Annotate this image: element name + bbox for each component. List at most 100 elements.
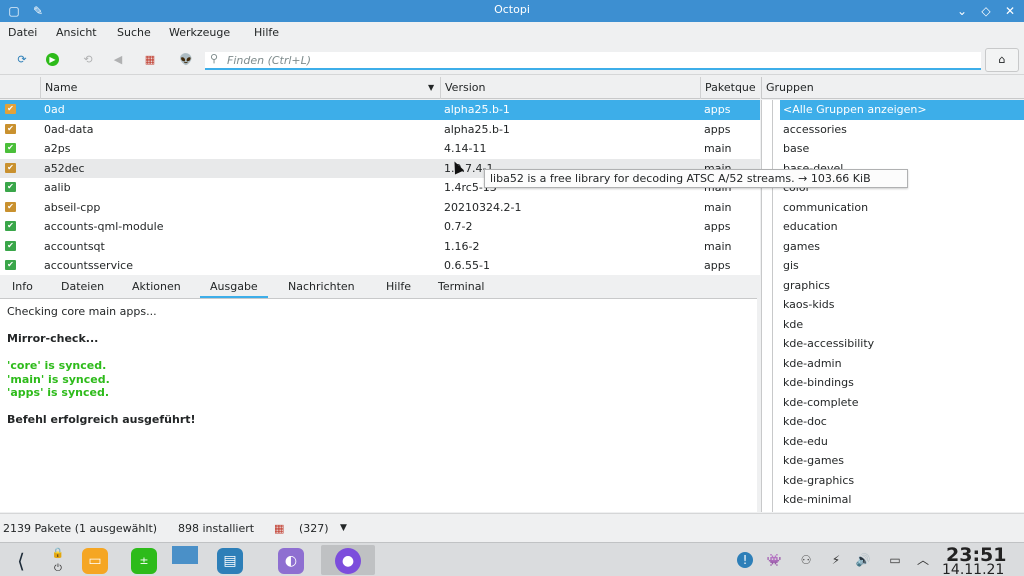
diamond-icon[interactable]: ◇ [978, 3, 994, 19]
group-item[interactable]: kde-accessibility [783, 334, 874, 354]
group-item[interactable]: kde-games [783, 451, 844, 471]
package-name: aalib [44, 181, 71, 194]
package-repository: main [704, 200, 732, 214]
terminal-button[interactable]: ⌂ [985, 48, 1019, 72]
header-groups[interactable]: Gruppen [762, 77, 1024, 99]
tab-aktionen[interactable]: Aktionen [132, 280, 181, 293]
group-item[interactable]: <Alle Gruppen anzeigen> [780, 100, 1024, 120]
package-row[interactable]: ✔ 0ad-data alpha25.b-1 apps [0, 120, 760, 140]
package-repository: apps [704, 220, 731, 233]
chevron-down-icon[interactable]: ⌄ [954, 3, 970, 19]
group-item[interactable]: base [783, 139, 809, 159]
package-row[interactable]: ✔ a2ps 4.14-11 main [0, 139, 760, 159]
group-item[interactable]: communication [783, 198, 868, 218]
package-status-icon: ✔ [5, 104, 16, 114]
browser-app-icon[interactable]: ◐ [278, 548, 304, 574]
power-icon[interactable]: ⏻ [50, 561, 66, 576]
menu-hilfe[interactable]: Hilfe [254, 26, 279, 39]
rollback-icon[interactable]: ⟲ [80, 52, 96, 68]
chevron-up-icon[interactable]: ︿ [915, 552, 931, 568]
outdated-count[interactable]: (327) [299, 522, 329, 535]
octopi-notifier-icon[interactable]: 👾 [766, 552, 782, 568]
package-status-icon: ✔ [5, 221, 16, 231]
package-name: accounts-qml-module [44, 220, 164, 233]
tab-nachrichten[interactable]: Nachrichten [288, 280, 355, 293]
group-item[interactable]: kde-minimal [783, 490, 851, 510]
group-item[interactable]: kde-bindings [783, 373, 854, 393]
groups-list[interactable]: <Alle Gruppen anzeigen> accessories base ba… [761, 100, 1024, 512]
tab-dateien[interactable]: Dateien [61, 280, 104, 293]
group-item[interactable]: kde [783, 315, 803, 335]
tab-hilfe[interactable]: Hilfe [386, 280, 411, 293]
notes-app-icon[interactable]: ▭ [82, 548, 108, 574]
groups-header: Gruppen [761, 77, 1024, 99]
package-cache-icon[interactable]: ▦ [142, 52, 158, 68]
header-version[interactable]: Version [440, 77, 700, 99]
output-line: Befehl erfolgreich ausgeführt! [7, 413, 196, 426]
group-item[interactable]: kaos-kids [783, 295, 835, 315]
close-icon[interactable]: ✕ [1002, 3, 1018, 19]
package-name: 0ad [44, 103, 65, 116]
search-input[interactable]: ⚲ Finden (Ctrl+L) [205, 52, 981, 70]
package-row[interactable]: ✔ accounts-qml-module 0.7-2 apps [0, 217, 760, 237]
desktop-pager-icon[interactable] [172, 546, 198, 564]
calculator-app-icon[interactable]: ± [131, 548, 157, 574]
status-bar: 2139 Pakete (1 ausgewählt) 898 installie… [0, 513, 1024, 541]
output-line: 'core' is synced. [7, 359, 107, 372]
tab-terminal[interactable]: Terminal [438, 280, 485, 293]
package-repository: main [704, 142, 732, 155]
package-status-icon: ✔ [5, 162, 16, 173]
clock-date[interactable]: 14.11.21 [942, 562, 1004, 576]
menu-suche[interactable]: Suche [117, 26, 151, 39]
group-item[interactable]: kde-admin [783, 354, 842, 374]
package-status-icon: ✔ [5, 143, 16, 153]
notification-icon[interactable]: ! [737, 552, 753, 568]
file-manager-icon[interactable]: ▤ [217, 548, 243, 574]
connect-icon[interactable]: ⚇ [798, 552, 814, 568]
tab-info[interactable]: Info [12, 280, 33, 293]
group-item[interactable]: kde-graphics [783, 471, 854, 491]
kaos-launcher-icon[interactable]: ⟨ [8, 548, 34, 574]
title-bar: ▢ ✎ Octopi ⌄ ◇ ✕ [0, 0, 1024, 22]
output-line: 'main' is synced. [7, 373, 110, 386]
package-status-icon: ✔ [5, 182, 16, 192]
menu-datei[interactable]: Datei [8, 26, 37, 39]
group-item[interactable]: graphics [783, 276, 830, 296]
package-status-icon: ✔ [5, 201, 16, 212]
group-item[interactable]: accessories [783, 120, 847, 140]
tab-ausgabe[interactable]: Ausgabe [200, 280, 268, 298]
sort-down-icon: ▼ [428, 83, 435, 92]
package-status-icon: ✔ [5, 123, 16, 134]
tree-line [772, 100, 773, 512]
output-line: 'apps' is synced. [7, 386, 110, 399]
package-repository: apps [704, 259, 731, 272]
menu-werkzeuge[interactable]: Werkzeuge [169, 26, 230, 39]
package-tooltip: liba52 is a free library for decoding AT… [484, 169, 908, 188]
group-item[interactable]: kde-complete [783, 393, 858, 413]
volume-icon[interactable]: 🔊 [855, 552, 871, 568]
chevron-down-icon[interactable]: ▼ [340, 523, 347, 533]
package-version: 4.14-11 [444, 142, 487, 155]
package-repository: main [704, 239, 732, 253]
group-item[interactable]: kde-edu [783, 432, 828, 452]
package-row[interactable]: ✔ accountsservice 0.6.55-1 apps [0, 256, 760, 275]
back-icon[interactable]: ◀ [110, 52, 126, 68]
usb-icon[interactable]: ⚡ [828, 552, 844, 568]
package-row[interactable]: ✔ accountsqt 1.16-2 main [0, 237, 760, 257]
header-repository[interactable]: Paketque [700, 77, 760, 99]
header-status[interactable] [0, 77, 40, 99]
header-name[interactable]: Name [40, 77, 440, 99]
sync-icon[interactable]: ⟳ [14, 52, 30, 68]
group-item[interactable]: games [783, 237, 820, 257]
alien-icon[interactable]: 👽 [178, 52, 194, 68]
installed-count: 898 installiert [178, 522, 255, 535]
package-row[interactable]: ✔ abseil-cpp 20210324.2-1 main [0, 198, 760, 218]
lock-icon[interactable]: 🔒 [50, 546, 66, 562]
group-item[interactable]: kde-doc [783, 412, 827, 432]
menu-ansicht[interactable]: Ansicht [56, 26, 97, 39]
group-item[interactable]: gis [783, 256, 799, 276]
commit-icon[interactable]: ▶ [46, 53, 59, 66]
package-row[interactable]: ✔ 0ad alpha25.b-1 apps [0, 100, 760, 120]
network-icon[interactable]: ▭ [887, 552, 903, 568]
group-item[interactable]: education [783, 217, 838, 237]
